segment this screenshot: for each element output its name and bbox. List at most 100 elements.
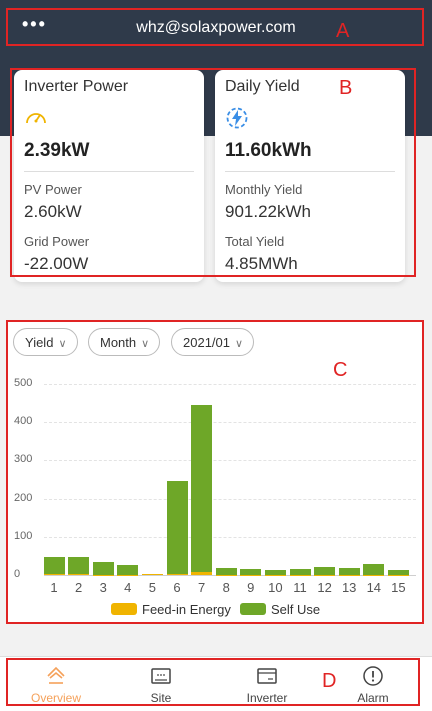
daily-yield-title: Daily Yield bbox=[225, 78, 300, 95]
grid-line bbox=[44, 384, 416, 385]
bar-self-use[interactable] bbox=[68, 557, 90, 575]
legend-swatch bbox=[111, 603, 137, 615]
nav-site[interactable]: Site bbox=[121, 665, 201, 705]
alert-icon bbox=[363, 666, 383, 686]
total-yield-value: 4.85MWh bbox=[225, 254, 298, 273]
chevron-down-icon: ∨ bbox=[58, 338, 67, 350]
bar-self-use[interactable] bbox=[166, 480, 188, 575]
x-tick-label: 10 bbox=[268, 580, 283, 595]
lightning-bolt-icon bbox=[226, 107, 248, 129]
bar-self-use[interactable] bbox=[338, 568, 360, 575]
y-tick-label: 0 bbox=[14, 568, 21, 580]
nav-overview[interactable]: Overview bbox=[16, 665, 96, 705]
annotation-label-d: D bbox=[322, 670, 337, 692]
grid-power-value: -22.00W bbox=[24, 254, 89, 273]
yield-chart-card bbox=[6, 320, 424, 624]
bar-self-use[interactable] bbox=[363, 564, 385, 575]
inverter-power-value: 2.39kW bbox=[24, 140, 90, 161]
x-tick-label: 3 bbox=[99, 580, 107, 595]
y-tick-label: 400 bbox=[14, 415, 33, 428]
bar-feed-in[interactable] bbox=[240, 574, 262, 576]
daily-yield-value: 11.60kWh bbox=[225, 140, 312, 161]
home-icon bbox=[47, 666, 65, 684]
x-tick-label: 15 bbox=[391, 580, 406, 595]
y-tick-label: 200 bbox=[14, 491, 33, 504]
bottom-nav: Overview Site Inverter Alarm bbox=[0, 656, 432, 711]
legend-item-self-use[interactable]: Self Use bbox=[240, 602, 320, 617]
bar-self-use[interactable] bbox=[215, 568, 237, 575]
bar-feed-in[interactable] bbox=[141, 574, 163, 576]
bar-feed-in[interactable] bbox=[387, 574, 409, 576]
bar-self-use[interactable] bbox=[314, 566, 336, 575]
y-tick-label: 300 bbox=[14, 453, 33, 466]
nav-inverter[interactable]: Inverter bbox=[227, 665, 307, 705]
nav-label: Site bbox=[150, 691, 172, 705]
bar-feed-in[interactable] bbox=[363, 574, 385, 576]
grid-line bbox=[44, 422, 416, 424]
site-icon bbox=[151, 668, 171, 684]
type-dropdown[interactable]: Yield ∨ bbox=[13, 328, 78, 356]
y-tick-label: 100 bbox=[14, 529, 33, 542]
bar-feed-in[interactable] bbox=[314, 574, 336, 576]
x-tick-label: 8 bbox=[222, 580, 230, 595]
nav-label: Inverter bbox=[246, 691, 288, 705]
bar-self-use[interactable] bbox=[43, 556, 65, 575]
bar-self-use[interactable] bbox=[117, 565, 139, 575]
total-yield-label: Total Yield bbox=[225, 234, 285, 249]
legend-swatch bbox=[240, 603, 266, 615]
bar-self-use[interactable] bbox=[191, 405, 213, 572]
y-tick-label: 500 bbox=[14, 377, 33, 389]
x-tick-label: 2 bbox=[74, 580, 83, 595]
x-tick-label: 11 bbox=[293, 580, 307, 595]
legend-item-feed-in[interactable]: Feed-in Energy bbox=[111, 602, 231, 617]
pv-power-value: 2.60kW bbox=[24, 202, 82, 221]
chevron-down-icon: ∨ bbox=[141, 338, 150, 350]
x-tick-label: 14 bbox=[366, 580, 382, 595]
monthly-yield-value: 901.22kWh bbox=[225, 202, 311, 221]
x-tick-label: 4 bbox=[124, 580, 132, 595]
annotation-label-a: A bbox=[336, 20, 350, 42]
divider bbox=[24, 171, 194, 172]
inverter-icon bbox=[257, 668, 277, 684]
x-tick-label: 7 bbox=[197, 580, 206, 595]
x-tick-label: 9 bbox=[247, 580, 255, 595]
bar-feed-in[interactable] bbox=[43, 574, 65, 576]
date-dropdown-value: 2021/01 bbox=[183, 335, 230, 350]
nav-label: Overview bbox=[30, 691, 81, 705]
chevron-down-icon: ∨ bbox=[235, 338, 244, 350]
x-tick-label: 5 bbox=[148, 580, 156, 595]
x-tick-label: 13 bbox=[341, 580, 357, 595]
gauge-icon bbox=[26, 113, 46, 124]
annotation-label-c: C bbox=[333, 359, 348, 381]
inverter-power-card[interactable]: Inverter Power 2.39kW PV Power 2.60kW Gr… bbox=[14, 70, 204, 282]
bar-feed-in[interactable] bbox=[215, 574, 237, 576]
bar-feed-in[interactable] bbox=[264, 574, 286, 576]
grid-line bbox=[44, 536, 416, 538]
grid-line bbox=[44, 498, 416, 500]
type-dropdown-value: Yield bbox=[25, 335, 54, 350]
bar-feed-in[interactable] bbox=[68, 574, 90, 576]
bar-feed-in[interactable] bbox=[289, 574, 311, 576]
bar-feed-in[interactable] bbox=[166, 574, 188, 576]
bar-feed-in[interactable] bbox=[338, 574, 360, 576]
grid-power-label: Grid Power bbox=[24, 234, 90, 249]
nav-alarm[interactable]: Alarm bbox=[333, 665, 413, 705]
divider bbox=[225, 171, 395, 172]
x-tick-label: 12 bbox=[317, 580, 332, 595]
period-dropdown-value: Month bbox=[100, 335, 137, 350]
nav-label: Alarm bbox=[357, 691, 389, 705]
account-email: whz@solaxpower.com bbox=[136, 19, 296, 36]
bar-feed-in[interactable] bbox=[117, 574, 139, 576]
bar-feed-in[interactable] bbox=[92, 574, 114, 576]
date-dropdown[interactable]: 2021/01 ∨ bbox=[171, 328, 255, 356]
daily-yield-card[interactable]: Daily Yield 11.60kWh Monthly Yield 901.2… bbox=[215, 70, 405, 282]
bar-feed-in[interactable] bbox=[191, 571, 213, 575]
period-dropdown[interactable]: Month ∨ bbox=[88, 328, 161, 356]
pv-power-label: PV Power bbox=[24, 182, 82, 197]
bar-self-use[interactable] bbox=[92, 562, 114, 575]
x-tick-label: 6 bbox=[173, 580, 181, 595]
x-tick-label: 1 bbox=[50, 580, 58, 595]
inverter-power-title: Inverter Power bbox=[24, 78, 129, 95]
monthly-yield-label: Monthly Yield bbox=[225, 182, 303, 197]
legend-label: Feed-in Energy bbox=[142, 602, 231, 617]
